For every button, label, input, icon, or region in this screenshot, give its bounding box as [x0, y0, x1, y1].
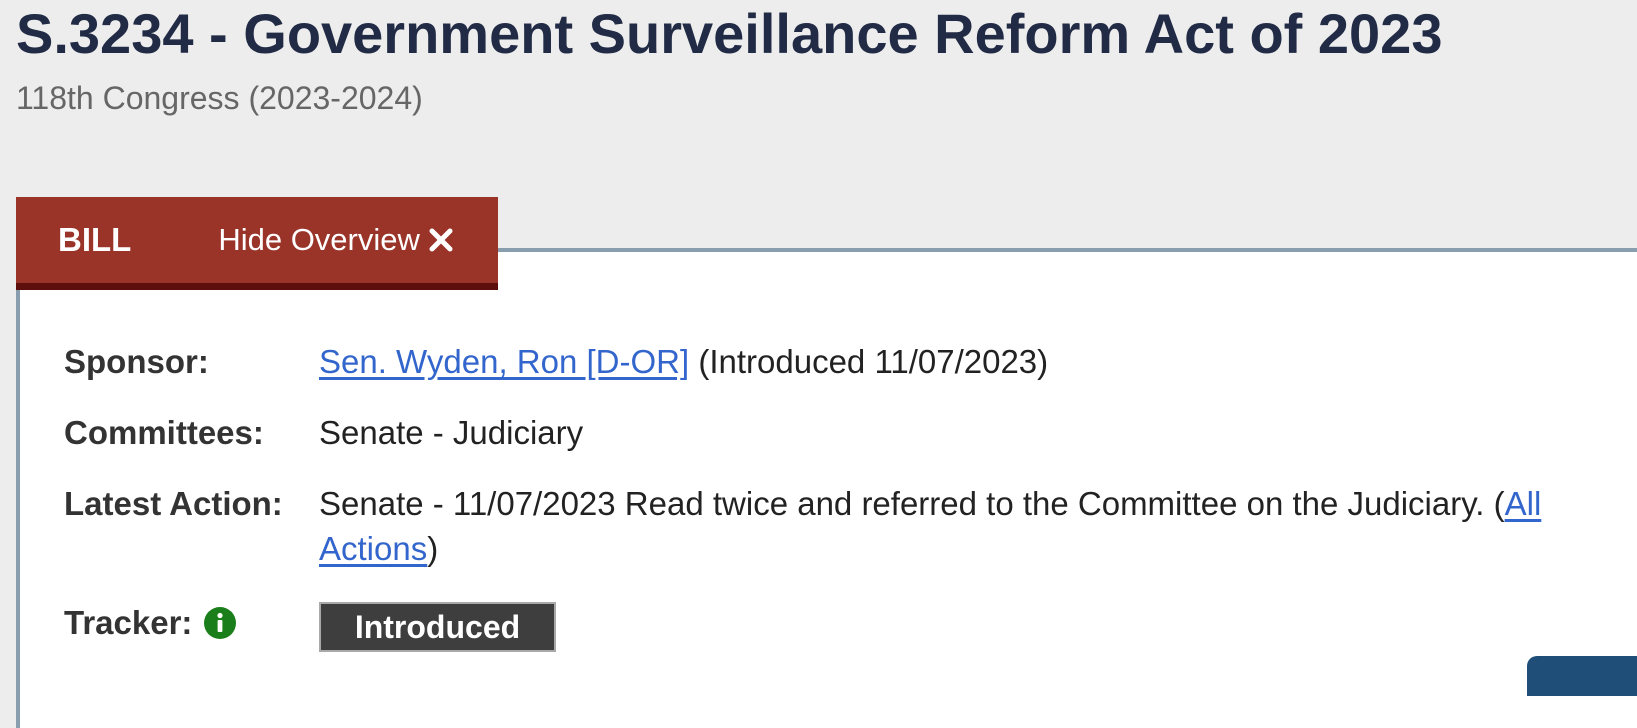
info-icon[interactable]: [204, 606, 237, 639]
sponsor-value: Sen. Wyden, Ron [D-OR] (Introduced 11/07…: [319, 339, 1637, 384]
sponsor-label: Sponsor:: [64, 343, 209, 380]
hide-overview-label: Hide Overview: [218, 222, 420, 257]
hide-overview-button[interactable]: Hide Overview: [218, 222, 454, 258]
overview-tab-bar: BILL Hide Overview: [16, 197, 498, 290]
corner-action-button[interactable]: [1527, 656, 1637, 696]
page-title: S.3234 - Government Surveillance Reform …: [16, 2, 1443, 65]
latest-action-label: Latest Action:: [64, 485, 283, 522]
tracker-status-introduced: Introduced: [319, 602, 556, 652]
congress-subtitle: 118th Congress (2023-2024): [16, 80, 423, 116]
close-icon: [428, 227, 454, 253]
committees-label: Committees:: [64, 414, 264, 451]
latest-action-value: Senate - 11/07/2023 Read twice and refer…: [319, 481, 1637, 571]
latest-action-text: Senate - 11/07/2023 Read twice and refer…: [319, 485, 1505, 522]
committees-value: Senate - Judiciary: [319, 414, 584, 451]
tab-bill[interactable]: BILL: [58, 221, 131, 259]
tracker-value: Introduced: [319, 600, 1637, 652]
latest-action-suffix: ): [427, 530, 439, 567]
sponsor-link[interactable]: Sen. Wyden, Ron [D-OR]: [319, 343, 689, 380]
tracker-label-group: Tracker:: [64, 600, 237, 645]
tracker-label: Tracker:: [64, 604, 193, 641]
introduced-date: (Introduced 11/07/2023): [689, 343, 1049, 380]
